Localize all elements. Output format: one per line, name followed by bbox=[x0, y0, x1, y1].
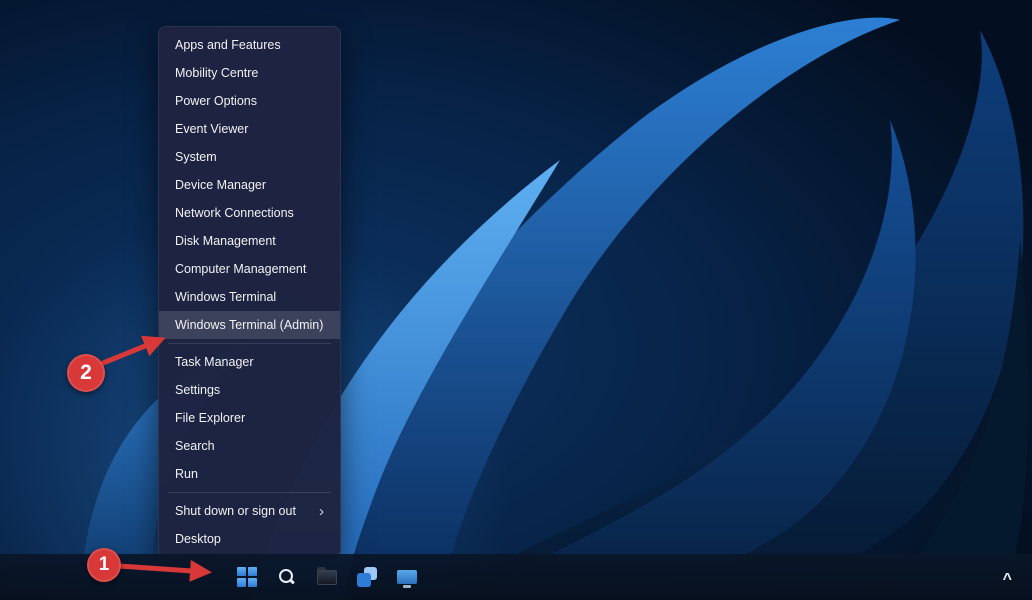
menu-item-disk-management[interactable]: Disk Management bbox=[159, 227, 340, 255]
menu-item-system[interactable]: System bbox=[159, 143, 340, 171]
folder-icon bbox=[317, 570, 337, 585]
menu-item-mobility-centre[interactable]: Mobility Centre bbox=[159, 59, 340, 87]
step-1-badge: 1 bbox=[87, 548, 121, 582]
task-view-icon bbox=[357, 567, 377, 587]
wallpaper-image bbox=[0, 0, 1032, 600]
menu-item-label: Shut down or sign out bbox=[175, 504, 296, 518]
menu-item-computer-management[interactable]: Computer Management bbox=[159, 255, 340, 283]
search-icon bbox=[278, 568, 296, 586]
menu-item-desktop[interactable]: Desktop bbox=[159, 525, 340, 553]
chevron-right-icon: › bbox=[319, 504, 324, 519]
menu-item-search[interactable]: Search bbox=[159, 432, 340, 460]
task-view-button[interactable] bbox=[350, 558, 384, 596]
menu-separator bbox=[168, 492, 331, 493]
menu-item-file-explorer[interactable]: File Explorer bbox=[159, 404, 340, 432]
desktop: Apps and Features Mobility Centre Power … bbox=[0, 0, 1032, 600]
menu-item-network-connections[interactable]: Network Connections bbox=[159, 199, 340, 227]
taskbar: ^ bbox=[0, 554, 1032, 600]
menu-item-apps-and-features[interactable]: Apps and Features bbox=[159, 31, 340, 59]
taskbar-corner: ^ bbox=[997, 566, 1018, 588]
windows-logo-icon bbox=[237, 567, 257, 587]
start-button[interactable] bbox=[230, 558, 264, 596]
menu-item-settings[interactable]: Settings bbox=[159, 376, 340, 404]
file-explorer-button[interactable] bbox=[310, 558, 344, 596]
menu-separator bbox=[168, 343, 331, 344]
menu-item-windows-terminal-admin[interactable]: Windows Terminal (Admin) bbox=[159, 311, 340, 339]
display-button[interactable] bbox=[390, 558, 424, 596]
menu-item-shut-down-or-sign-out[interactable]: Shut down or sign out › bbox=[159, 497, 340, 525]
menu-item-windows-terminal[interactable]: Windows Terminal bbox=[159, 283, 340, 311]
search-button[interactable] bbox=[270, 558, 304, 596]
menu-item-task-manager[interactable]: Task Manager bbox=[159, 348, 340, 376]
monitor-icon bbox=[397, 570, 417, 584]
show-hidden-icons-button[interactable]: ^ bbox=[997, 569, 1018, 591]
winx-menu: Apps and Features Mobility Centre Power … bbox=[158, 26, 341, 558]
menu-item-power-options[interactable]: Power Options bbox=[159, 87, 340, 115]
step-2-badge: 2 bbox=[67, 354, 105, 392]
menu-item-event-viewer[interactable]: Event Viewer bbox=[159, 115, 340, 143]
taskbar-icons bbox=[230, 558, 424, 596]
menu-item-run[interactable]: Run bbox=[159, 460, 340, 488]
menu-item-device-manager[interactable]: Device Manager bbox=[159, 171, 340, 199]
